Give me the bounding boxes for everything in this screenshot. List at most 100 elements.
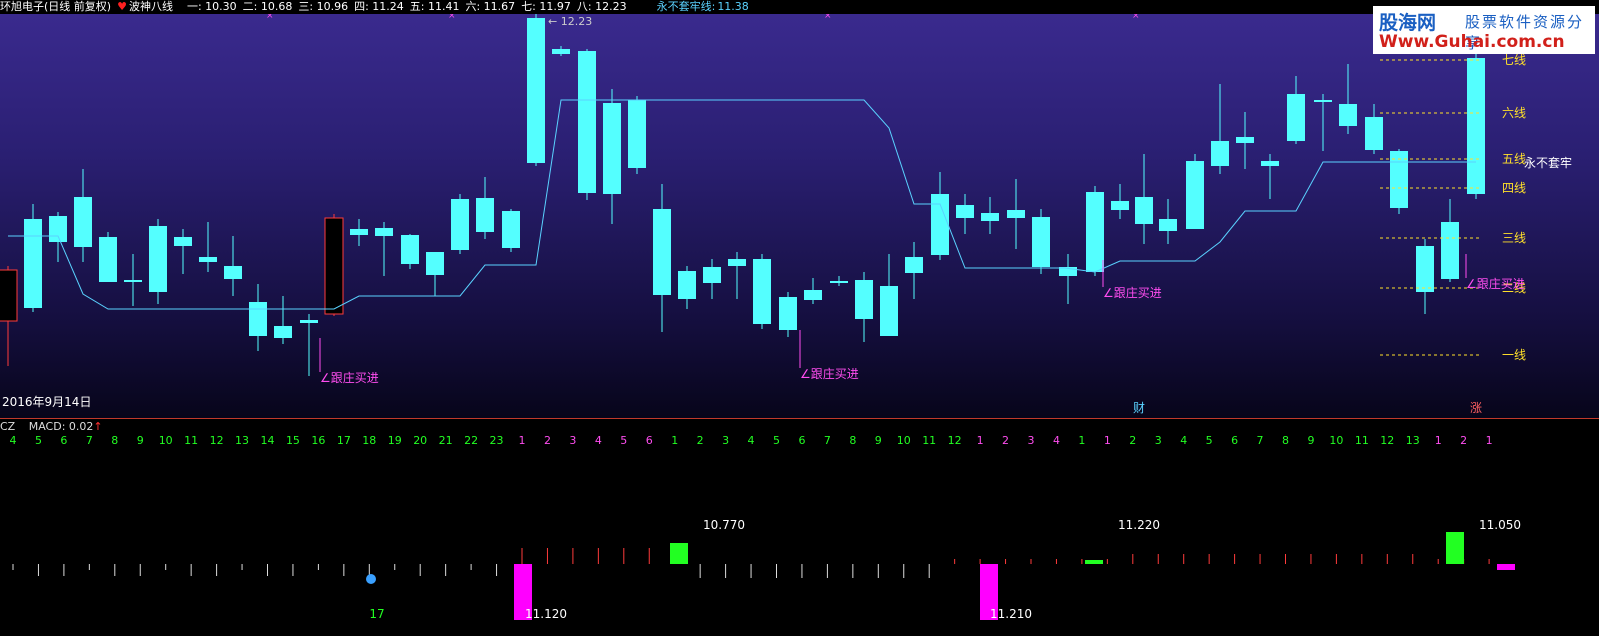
kline-panel[interactable]: 七线 六线 五线 四线 三线 二线 一线 永不套牢 ← 12.23 × × × × ∠跟庄买进 ∠跟庄买进 ∠… — [0, 11, 1599, 418]
candle-41 — [1032, 209, 1050, 274]
logo-url: Www.Guhai.com.cn — [1379, 32, 1565, 52]
candle-6 — [149, 219, 167, 304]
candle-35 — [880, 254, 898, 336]
candle-body — [1287, 94, 1305, 141]
value-label-4: 11.210 — [990, 607, 1032, 621]
line-value-2: 二: 10.68 — [242, 0, 293, 13]
count-label-13: 17 — [337, 436, 351, 447]
count-label-56: 1 — [1435, 436, 1442, 447]
candle-43 — [1086, 186, 1104, 276]
candle-47 — [1186, 154, 1204, 229]
candle-body — [1111, 201, 1129, 210]
candle-38 — [956, 194, 974, 234]
stop-line-label: 永不套牢线 — [656, 0, 712, 13]
count-label-52: 10 — [1329, 436, 1343, 447]
candle-21 — [527, 14, 545, 166]
candle-body — [1441, 222, 1459, 279]
indicator-name[interactable]: 波神八线 — [129, 0, 173, 13]
line-value-4: 四: 11.24 — [354, 0, 404, 13]
line-values: 一: 10.30 二: 10.68 三: 10.96 四: 11.24 五: 11.41… — [187, 0, 633, 13]
count-label-55: 13 — [1406, 436, 1420, 447]
candle-body — [905, 257, 923, 273]
candle-10 — [249, 284, 267, 351]
candle-33 — [830, 276, 848, 286]
candle-body — [426, 252, 444, 275]
candle-body — [830, 281, 848, 283]
count-label-12: 16 — [311, 436, 325, 447]
count-label-54: 12 — [1380, 436, 1394, 447]
count-label-6: 10 — [159, 436, 173, 447]
count-label-14: 18 — [362, 436, 376, 447]
buy-signal-2: ∠跟庄买进 — [1103, 285, 1162, 300]
count-label-47: 5 — [1206, 436, 1213, 447]
green-bar-3 — [1446, 532, 1464, 564]
level-label-7: 一线 — [1502, 348, 1526, 362]
candle-18 — [451, 194, 469, 254]
candle-51 — [1287, 76, 1305, 144]
candle-body — [99, 237, 117, 282]
level-label-1: 七线 — [1502, 53, 1526, 67]
count-label-7: 11 — [184, 436, 198, 447]
candle-body — [1365, 117, 1383, 150]
candle-body — [603, 103, 621, 194]
date-label: 2016年9月14日 — [2, 395, 92, 409]
count-label-40: 3 — [1028, 436, 1035, 447]
top-marker-3: × — [1132, 14, 1140, 21]
candle-body — [1211, 141, 1229, 166]
stock-title[interactable]: 环旭电子(日线 前复权) — [0, 0, 111, 13]
indicator-panel[interactable]: 4 5 6 7 8 9 10 11 12 13 14 15 16 17 18 19 20 21 22 23 1 2 3 4 5 6… — [0, 434, 1599, 633]
candle-body — [224, 266, 242, 279]
brand-logo: 股海网 股票软件资源分享 Www.Guhai.com.cn — [1373, 6, 1595, 54]
count-label-30: 5 — [773, 436, 780, 447]
count-label-43: 1 — [1104, 436, 1111, 447]
count-label-45: 3 — [1155, 436, 1162, 447]
count-label-50: 8 — [1282, 436, 1289, 447]
candle-0 — [0, 266, 18, 366]
candle-body — [578, 51, 596, 193]
count-label-1: 5 — [35, 436, 42, 447]
count-label-3: 7 — [86, 436, 93, 447]
count-label-42: 1 — [1078, 436, 1085, 447]
stop-side-label: 永不套牢 — [1524, 155, 1572, 170]
count-label-48: 6 — [1231, 436, 1238, 447]
candle-39 — [981, 197, 999, 234]
candle-body — [249, 302, 267, 336]
candle-1 — [24, 204, 42, 312]
candle-50 — [1261, 154, 1279, 199]
count-label-29: 4 — [748, 436, 755, 447]
candle-30 — [753, 254, 771, 329]
candle-body — [124, 280, 142, 282]
kline-chart[interactable]: 七线六线五线四线三线二线一线永不套牢← 12.23× × × ×∠跟庄买进 ∠跟庄买进∠… — [0, 11, 1599, 418]
candle-body — [678, 271, 696, 299]
count-label-22: 3 — [569, 436, 576, 447]
candle-body — [324, 217, 344, 315]
candle-body — [779, 297, 797, 330]
line-value-8: 八: 12.23 — [576, 0, 627, 13]
candle-body — [1159, 219, 1177, 231]
count-label-35: 10 — [897, 436, 911, 447]
top-marker-0: × — [266, 14, 274, 21]
count-label-24: 5 — [620, 436, 627, 447]
count-label-27: 2 — [697, 436, 704, 447]
count-label-26: 1 — [671, 436, 678, 447]
candle-body — [653, 209, 671, 295]
value-label-2: 11.050 — [1479, 518, 1521, 532]
candle-body — [931, 194, 949, 255]
count-label-9: 13 — [235, 436, 249, 447]
candle-45 — [1135, 154, 1153, 244]
marker-zhang: 涨 — [1470, 400, 1482, 415]
candle-body — [1314, 100, 1332, 102]
sub-indicator-name[interactable]: CZ — [0, 420, 15, 433]
candle-body — [1261, 161, 1279, 166]
count-label-41: 4 — [1053, 436, 1060, 447]
count-label-53: 11 — [1355, 436, 1369, 447]
line-value-6: 六: 11.67 — [465, 0, 516, 13]
candle-25 — [628, 96, 646, 174]
candle-body — [451, 199, 469, 250]
count-label-10: 14 — [261, 436, 275, 447]
candle-22 — [552, 46, 570, 56]
indicator-chart[interactable]: 4 5 6 7 8 9 10 11 12 13 14 15 16 17 18 19 20 21 22 23 1 2 3 4 5 6… — [0, 434, 1599, 633]
count-label-36: 11 — [922, 436, 936, 447]
candle-body — [74, 197, 92, 247]
peak-label: ← 12.23 — [548, 15, 592, 28]
